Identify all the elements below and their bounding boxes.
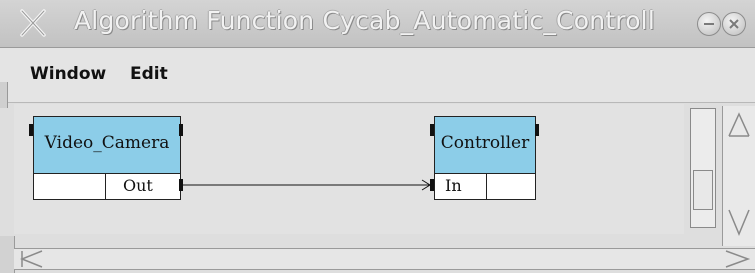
horizontal-scrollbar[interactable] [14, 248, 755, 270]
close-button[interactable] [722, 12, 746, 36]
menu-window[interactable]: Window [30, 64, 106, 84]
scroll-right-icon[interactable] [722, 249, 752, 269]
left-edge-handle [0, 82, 8, 108]
algorithm-function-window: Algorithm Function Cycab_Automatic_Contr… [0, 0, 755, 273]
vertical-scroll-thumb[interactable] [693, 170, 713, 210]
menu-bar: Window Edit [0, 48, 755, 103]
scroll-down-icon[interactable] [723, 204, 755, 244]
vertical-scroll-track[interactable] [690, 108, 716, 228]
minimize-icon [704, 23, 714, 25]
minimize-button[interactable] [697, 12, 721, 36]
corner-strip [0, 236, 15, 273]
x-app-icon [20, 9, 46, 37]
connection-arrow[interactable] [14, 104, 684, 234]
menu-edit[interactable]: Edit [130, 64, 168, 84]
close-icon [729, 19, 739, 29]
window-title: Algorithm Function Cycab_Automatic_Contr… [74, 6, 655, 35]
diagram-canvas[interactable]: Video_Camera Out Controller In [14, 104, 684, 234]
scroll-up-icon[interactable] [723, 110, 755, 170]
title-bar[interactable]: Algorithm Function Cycab_Automatic_Contr… [0, 0, 755, 48]
scroll-left-icon[interactable] [18, 249, 48, 269]
vertical-scrollbar[interactable] [722, 106, 755, 246]
